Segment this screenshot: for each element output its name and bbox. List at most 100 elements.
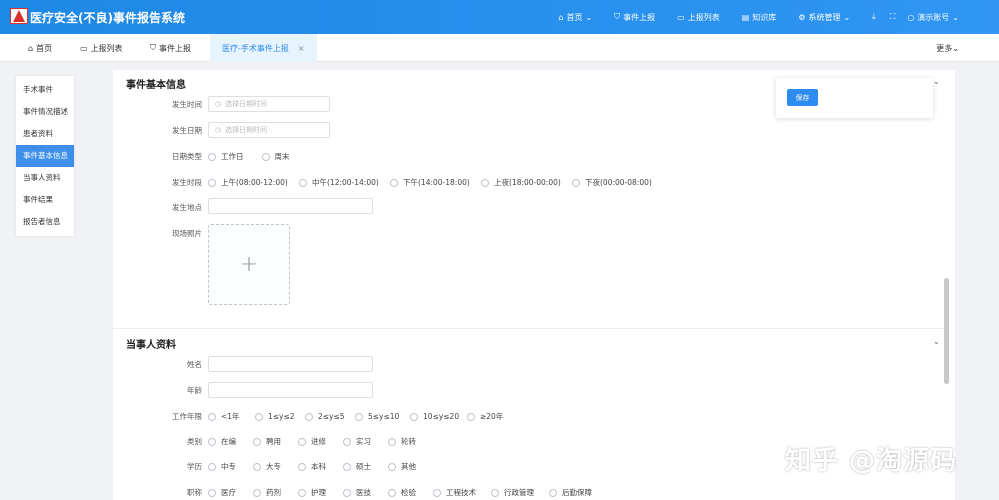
vertical-scrollbar[interactable] — [944, 278, 949, 384]
radio-category-staff[interactable]: 在编 — [208, 436, 253, 447]
nav-system-admin[interactable]: ⚙ 系统管理 ⌄ — [798, 12, 850, 23]
user-name: 演示账号 — [917, 12, 950, 22]
job-title-radio-group: 医疗 药剂 护理 医技 检验 工程技术 行政管理 后勤保障 — [208, 487, 592, 498]
close-icon[interactable]: × — [298, 44, 305, 53]
occur-time-input[interactable]: ◷ 选择日期时间 — [208, 96, 330, 112]
top-nav: ⌂ 首页 ⌄ ⛉ 事件上报 ▭ 上报列表 ▤ 知识库 ⚙ 系统管理 ⌄ ⤓ ⛶ … — [558, 0, 999, 34]
category-radio-group: 在编 聘用 进修 实习 轮转 — [208, 436, 416, 447]
more-tabs-button[interactable]: 更多⌄ — [936, 43, 959, 54]
radio-category-trainee[interactable]: 进修 — [298, 436, 343, 447]
radio-years-10-20[interactable]: 10≤y≤20 — [410, 412, 467, 421]
nav-report-list-label: 上报列表 — [687, 12, 720, 22]
book-icon: ▤ — [741, 12, 750, 22]
label-education: 学历 — [187, 462, 202, 471]
radio-edu-college[interactable]: 大专 — [253, 461, 298, 472]
save-panel: 保存 — [776, 78, 933, 118]
radio-title-tech[interactable]: 医技 — [343, 487, 388, 498]
radio-period-late-night[interactable]: 下夜(00:00-08:00) — [572, 177, 652, 188]
home-icon: ⌂ — [558, 12, 564, 22]
location-input[interactable] — [208, 198, 373, 214]
shield-icon: ⛉ — [614, 12, 621, 21]
label-job-title: 职称 — [187, 488, 202, 497]
nav-report-list[interactable]: ▭ 上报列表 — [677, 12, 720, 23]
radio-edu-master[interactable]: 硕士 — [343, 461, 388, 472]
user-icon: ○ — [907, 12, 915, 22]
occur-period-radio-group: 上午(08:00-12:00) 中午(12:00-14:00) 下午(14:00… — [208, 177, 652, 188]
radio-years-1-2[interactable]: 1≤y≤2 — [255, 412, 305, 421]
occur-date-input[interactable]: ◷ 选择日期时间 — [208, 122, 330, 138]
radio-title-engineering[interactable]: 工程技术 — [433, 487, 491, 498]
tab-home[interactable]: ⌂ 首页 — [28, 34, 52, 62]
radio-title-logistics[interactable]: 后勤保障 — [549, 487, 592, 498]
sidebar-item-surgery-event[interactable]: 手术事件 — [16, 79, 74, 101]
collapse-chevron-icon[interactable]: ⌄ — [933, 337, 940, 346]
radio-period-morning[interactable]: 上午(08:00-12:00) — [208, 177, 299, 188]
fullscreen-button[interactable]: ⛶ — [890, 12, 896, 22]
nav-home[interactable]: ⌂ 首页 ⌄ — [558, 12, 592, 23]
radio-title-medical[interactable]: 医疗 — [208, 487, 253, 498]
sidebar-item-party-info[interactable]: 当事人资料 — [16, 167, 74, 189]
radio-edu-secondary[interactable]: 中专 — [208, 461, 253, 472]
fullscreen-icon: ⛶ — [889, 12, 896, 21]
sidebar-item-event-description[interactable]: 事件情况描述 — [16, 101, 74, 123]
radio-title-admin[interactable]: 行政管理 — [491, 487, 549, 498]
clock-icon: ◷ — [215, 100, 222, 108]
collapse-chevron-icon[interactable]: ⌄ — [933, 77, 940, 86]
chevron-down-icon: ⌄ — [585, 12, 593, 22]
sidebar-item-event-result[interactable]: 事件结果 — [16, 189, 74, 211]
label-occur-period: 发生时段 — [172, 178, 202, 187]
nav-knowledge-base[interactable]: ▤ 知识库 — [742, 12, 777, 23]
sidebar-item-reporter-info[interactable]: 报告者信息 — [16, 211, 74, 233]
age-input[interactable] — [208, 382, 373, 398]
tab-report-list-label: 上报列表 — [90, 43, 123, 53]
label-date-type: 日期类型 — [172, 152, 202, 161]
gear-icon: ⚙ — [798, 12, 806, 22]
nav-report-event[interactable]: ⛉ 事件上报 — [614, 12, 655, 23]
education-radio-group: 中专 大专 本科 硕士 其他 — [208, 461, 416, 472]
section-title-party-info: 当事人资料 — [126, 340, 176, 351]
radio-edu-other[interactable]: 其他 — [388, 461, 416, 472]
save-button[interactable]: 保存 — [787, 89, 818, 106]
radio-period-noon[interactable]: 中午(12:00-14:00) — [299, 177, 390, 188]
radio-title-nursing[interactable]: 护理 — [298, 487, 343, 498]
photo-upload-button[interactable]: + — [208, 224, 290, 305]
label-location: 发生地点 — [172, 203, 202, 212]
label-name: 姓名 — [187, 360, 202, 369]
name-input[interactable] — [208, 356, 373, 372]
nav-report-event-label: 事件上报 — [623, 12, 656, 22]
tab-surgery-event-report[interactable]: 医疗-手术事件上报 × — [210, 34, 317, 62]
sidebar-item-basic-info[interactable]: 事件基本信息 — [16, 145, 74, 167]
radio-weekend[interactable]: 周末 — [261, 151, 290, 162]
radio-period-afternoon[interactable]: 下午(14:00-18:00) — [390, 177, 481, 188]
radio-edu-bachelor[interactable]: 本科 — [298, 461, 343, 472]
shield-icon: ⛉ — [150, 43, 156, 52]
radio-title-pharmacy[interactable]: 药剂 — [253, 487, 298, 498]
radio-years-gt20[interactable]: ≥20年 — [467, 411, 503, 422]
label-category: 类别 — [187, 437, 202, 446]
radio-years-2-5[interactable]: 2≤y≤5 — [305, 412, 355, 421]
tab-report-event[interactable]: ⛉ 事件上报 — [150, 34, 191, 62]
nav-home-label: 首页 — [566, 12, 583, 22]
download-icon: ⤓ — [872, 12, 876, 21]
user-menu[interactable]: ○ 演示账号 ⌄ — [907, 12, 959, 23]
label-occur-time: 发生时间 — [172, 100, 202, 109]
radio-category-contract[interactable]: 聘用 — [253, 436, 298, 447]
radio-years-lt1[interactable]: <1年 — [208, 411, 255, 422]
radio-weekday[interactable]: 工作日 — [208, 151, 244, 162]
nav-system-admin-label: 系统管理 — [808, 12, 841, 22]
more-tabs-label: 更多 — [936, 44, 953, 53]
download-button[interactable]: ⤓ — [872, 12, 876, 22]
label-age: 年龄 — [187, 386, 202, 395]
plus-icon: + — [239, 252, 259, 277]
tab-report-list[interactable]: ▭ 上报列表 — [80, 34, 123, 62]
radio-years-5-10[interactable]: 5≤y≤10 — [355, 412, 410, 421]
radio-title-lab[interactable]: 检验 — [388, 487, 433, 498]
chevron-down-icon: ⌄ — [952, 12, 959, 22]
radio-period-early-night[interactable]: 上夜(18:00-00:00) — [481, 177, 572, 188]
section-title-basic-info: 事件基本信息 — [126, 80, 186, 91]
radio-category-rotation[interactable]: 轮转 — [388, 436, 416, 447]
occur-date-placeholder: 选择日期时间 — [225, 126, 268, 134]
radio-category-intern[interactable]: 实习 — [343, 436, 388, 447]
chevron-down-icon: ⌄ — [952, 44, 959, 53]
sidebar-item-patient-info[interactable]: 患者资料 — [16, 123, 74, 145]
